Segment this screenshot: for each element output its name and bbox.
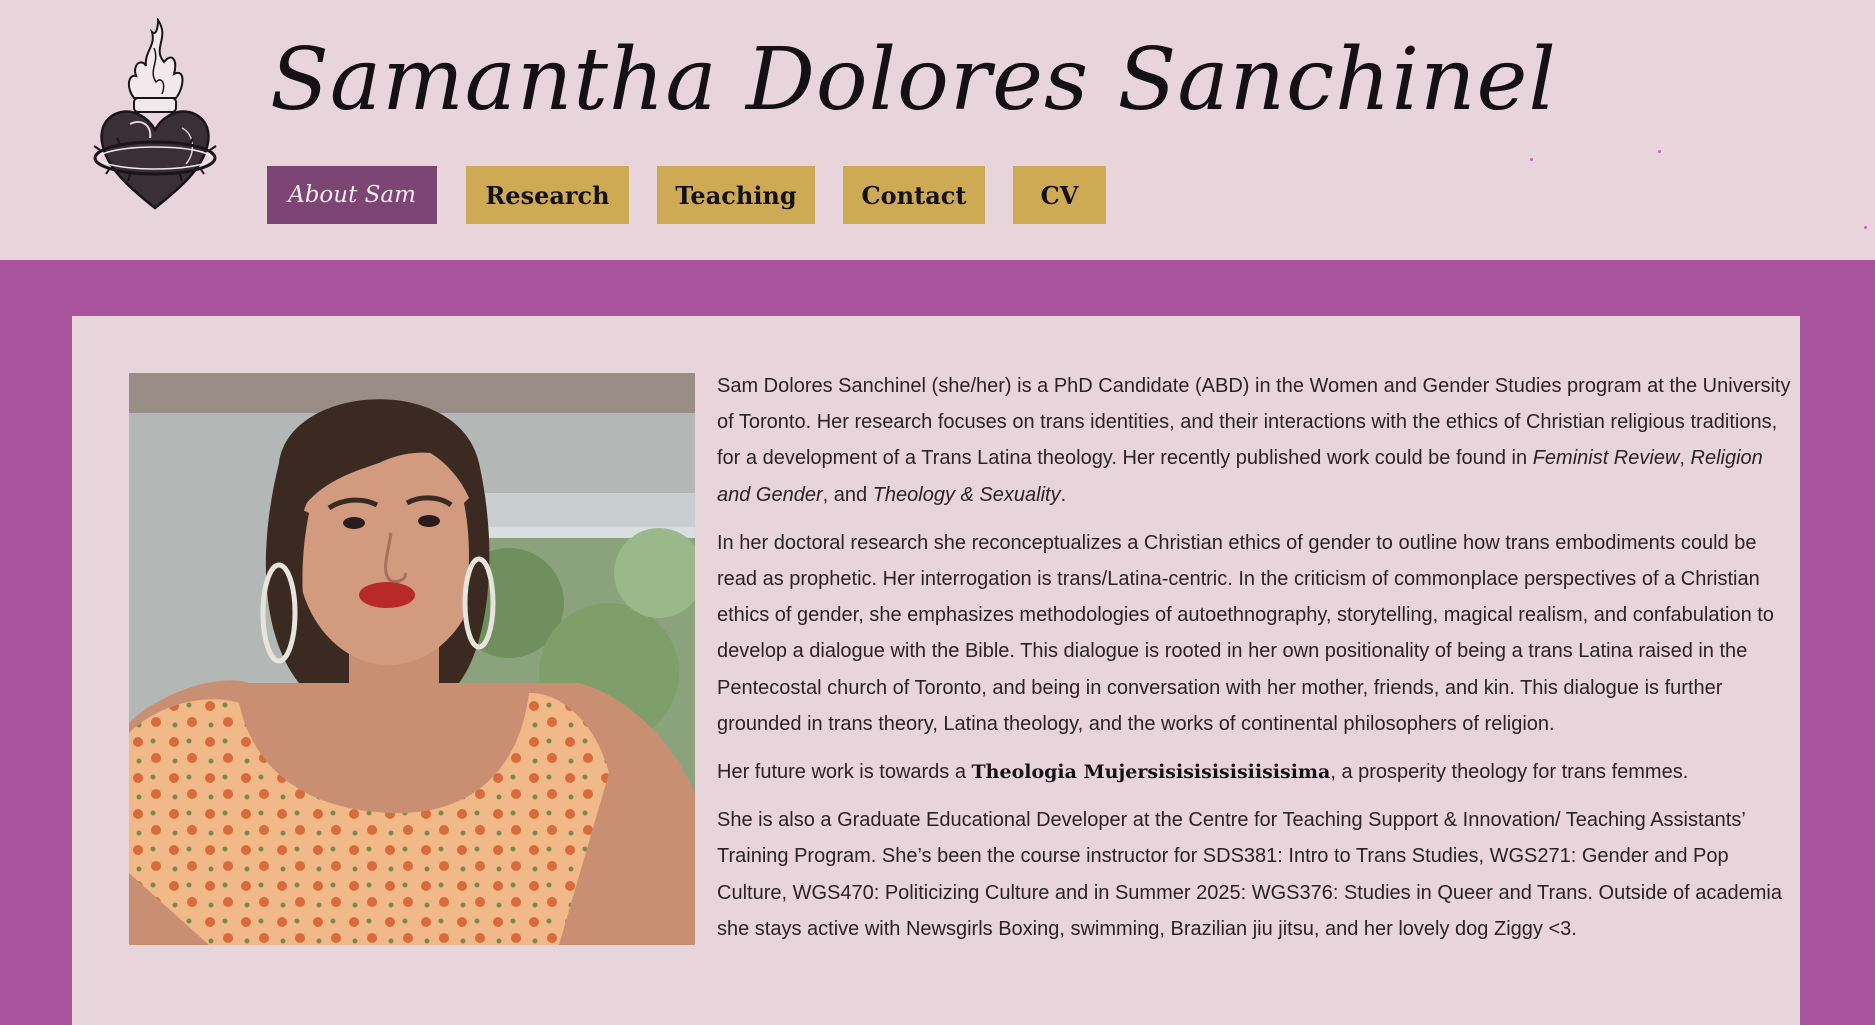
sparkle-decoration	[1864, 226, 1867, 229]
theologia-highlight: Theologia Mujersisisisisisiisisima	[971, 761, 1331, 784]
site-title: Samantha Dolores Sanchinel	[270, 30, 1557, 130]
about-card: Sam Dolores Sanchinel (she/her) is a PhD…	[72, 316, 1800, 1025]
nav-about-label: About Sam	[288, 182, 416, 208]
nav-contact-label: Contact	[861, 180, 967, 210]
bio-paragraph: In her doctoral research she reconceptua…	[717, 531, 1774, 735]
nav-cv-label: CV	[1040, 180, 1079, 210]
bio-paragraph: She is also a Graduate Educational Devel…	[717, 809, 1782, 940]
nav-contact-button[interactable]: Contact	[843, 166, 985, 224]
bio-text-span: Her future work is towards a	[717, 761, 972, 784]
nav-research-button[interactable]: Research	[466, 166, 629, 224]
nav-about-button[interactable]: About Sam	[267, 166, 437, 224]
bio-text-span: .	[1060, 483, 1067, 506]
journal-title: Feminist Review	[1532, 447, 1680, 470]
nav-research-label: Research	[485, 180, 610, 210]
nav-teaching-button[interactable]: Teaching	[657, 166, 815, 224]
bio-paragraph: Sam Dolores Sanchinel (she/her) is a PhD…	[717, 368, 1797, 513]
bio-paragraph: Her future work is towards a Theologia M…	[717, 754, 1797, 790]
sparkle-decoration	[1530, 158, 1533, 161]
site-header: Samantha Dolores Sanchinel About Sam Res…	[0, 0, 1875, 260]
bio-text-span: ,	[1679, 447, 1691, 470]
nav-cv-button[interactable]: CV	[1013, 166, 1106, 224]
journal-title: Theology & Sexuality	[872, 483, 1061, 506]
sacred-heart-icon[interactable]	[90, 16, 220, 213]
nav-teaching-label: Teaching	[675, 180, 797, 210]
bio-text-span: , a prosperity theology for trans femmes…	[1330, 761, 1689, 784]
bio-text: Sam Dolores Sanchinel (she/her) is a PhD…	[717, 368, 1797, 959]
sparkle-decoration	[1658, 150, 1661, 153]
profile-photo	[129, 373, 695, 945]
bio-text-span: , and	[822, 483, 873, 506]
